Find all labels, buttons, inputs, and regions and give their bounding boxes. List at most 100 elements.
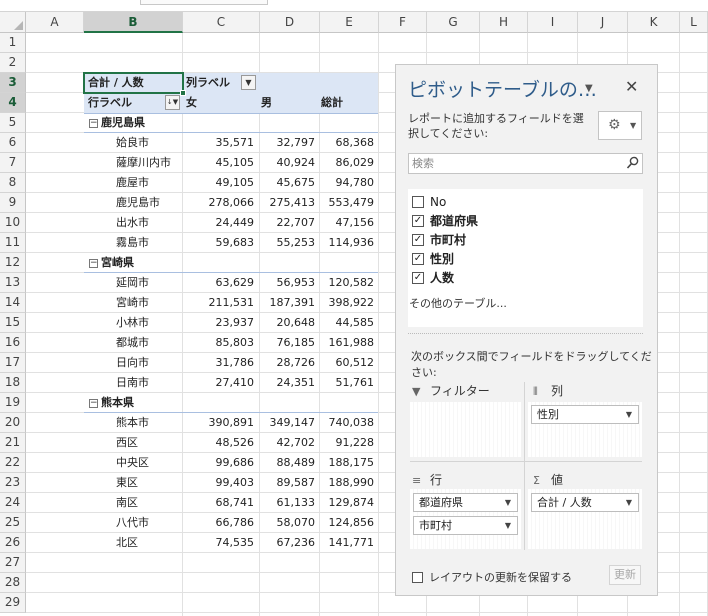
field-item[interactable]: No [412,193,446,211]
pivot-cell-female[interactable]: 99,403 [183,473,255,493]
pivot-cell-male[interactable]: 61,133 [260,493,316,513]
pivot-row-label[interactable]: 延岡市 [116,273,149,293]
pivot-row-labels[interactable]: 行ラベル [88,93,132,113]
pivot-cell-total[interactable]: 188,990 [320,473,375,493]
pivot-cell-total[interactable]: 94,780 [320,173,375,193]
columns-chip[interactable]: 性別 ▼ [531,405,639,424]
field-item[interactable]: ✓ 性別 [412,250,454,268]
row-header-11[interactable]: 11 [0,233,26,253]
pivot-cell-total[interactable]: 141,771 [320,533,375,553]
column-header-f[interactable]: F [379,12,427,33]
pivot-cell-female[interactable]: 211,531 [183,293,255,313]
row-header-6[interactable]: 6 [0,133,26,153]
row-header-17[interactable]: 17 [0,353,26,373]
fill-handle[interactable] [180,90,186,96]
row-header-15[interactable]: 15 [0,313,26,333]
pivot-cell-female[interactable]: 31,786 [183,353,255,373]
filter-area[interactable] [410,402,521,457]
collapse-button[interactable]: − [89,119,98,128]
pivot-cell-female[interactable]: 23,937 [183,313,255,333]
pivot-cell-female[interactable]: 45,105 [183,153,255,173]
field-checkbox[interactable]: ✓ [412,233,424,246]
pivot-cell-male[interactable]: 349,147 [260,413,316,433]
row-header-1[interactable]: 1 [0,33,26,53]
pivot-cell-female[interactable]: 35,571 [183,133,255,153]
pivot-group-label[interactable]: 熊本県 [101,393,134,413]
pivot-cell-male[interactable]: 89,587 [260,473,316,493]
row-header-28[interactable]: 28 [0,573,26,593]
row-header-19[interactable]: 19 [0,393,26,413]
collapse-button[interactable]: − [89,259,98,268]
pivot-cell-female[interactable]: 24,449 [183,213,255,233]
pivot-cell-male[interactable]: 67,236 [260,533,316,553]
column-labels-dropdown[interactable]: ▼ [241,75,256,90]
select-all-button[interactable] [0,12,26,33]
pivot-row-label[interactable]: 日南市 [116,373,149,393]
pivot-row-label[interactable]: 日向市 [116,353,149,373]
pivot-row-label[interactable]: 姶良市 [116,133,149,153]
pivot-row-label[interactable]: 東区 [116,473,138,493]
pivot-cell-total[interactable]: 188,175 [320,453,375,473]
row-header-16[interactable]: 16 [0,333,26,353]
pivot-row-label[interactable]: 中央区 [116,453,149,473]
pivot-cell-total[interactable]: 68,368 [320,133,375,153]
pivot-cell-total[interactable]: 60,512 [320,353,375,373]
pivot-row-label[interactable]: 出水市 [116,213,149,233]
pivot-row-label[interactable]: 鹿屋市 [116,173,149,193]
row-header-13[interactable]: 13 [0,273,26,293]
row-header-20[interactable]: 20 [0,413,26,433]
row-header-24[interactable]: 24 [0,493,26,513]
pivot-cell-total[interactable]: 51,761 [320,373,375,393]
row-header-10[interactable]: 10 [0,213,26,233]
pivot-cell-total[interactable]: 47,156 [320,213,375,233]
field-checkbox[interactable]: ✓ [412,252,424,265]
pivot-cell-male[interactable]: 275,413 [260,193,316,213]
pivot-row-label[interactable]: 小林市 [116,313,149,333]
pivot-row-label[interactable]: 霧島市 [116,233,149,253]
pivot-cell-male[interactable]: 28,726 [260,353,316,373]
row-header-23[interactable]: 23 [0,473,26,493]
pivot-cell-total[interactable]: 740,038 [320,413,375,433]
values-chip[interactable]: 合計 / 人数 ▼ [531,493,639,512]
rows-chip-prefecture[interactable]: 都道府県 ▼ [413,493,518,512]
row-header-8[interactable]: 8 [0,173,26,193]
row-header-26[interactable]: 26 [0,533,26,553]
pivot-row-label[interactable]: 宮崎市 [116,293,149,313]
column-header-k[interactable]: K [628,12,680,33]
row-header-22[interactable]: 22 [0,453,26,473]
pivot-row-label[interactable]: 鹿児島市 [116,193,160,213]
pivot-cell-male[interactable]: 55,253 [260,233,316,253]
collapse-button[interactable]: − [89,399,98,408]
pivot-row-label[interactable]: 西区 [116,433,138,453]
pivot-cell-female[interactable]: 74,535 [183,533,255,553]
pivot-cell-male[interactable]: 45,675 [260,173,316,193]
tools-button[interactable]: ⚙ ▼ [598,111,642,140]
pivot-cell-male[interactable]: 56,953 [260,273,316,293]
field-checkbox[interactable]: ✓ [412,214,424,227]
row-header-3[interactable]: 3 [0,73,26,93]
column-header-a[interactable]: A [26,12,84,33]
pivot-cell-male[interactable]: 76,185 [260,333,316,353]
row-header-25[interactable]: 25 [0,513,26,533]
field-checkbox[interactable]: ✓ [412,271,424,284]
column-header-g[interactable]: G [427,12,480,33]
column-header-d[interactable]: D [260,12,320,33]
pivot-cell-male[interactable]: 24,351 [260,373,316,393]
column-header-i[interactable]: I [528,12,578,33]
pivot-cell-total[interactable]: 91,228 [320,433,375,453]
pivot-cell-total[interactable]: 398,922 [320,293,375,313]
row-labels-filter-dropdown[interactable]: ↓▼ [165,95,180,110]
rows-chip-city[interactable]: 市町村 ▼ [413,516,518,535]
pivot-cell-male[interactable]: 32,797 [260,133,316,153]
pivot-cell-male[interactable]: 20,648 [260,313,316,333]
row-header-14[interactable]: 14 [0,293,26,313]
pivot-cell-female[interactable]: 48,526 [183,433,255,453]
pivot-cell-female[interactable]: 68,741 [183,493,255,513]
pivot-cell-total[interactable]: 86,029 [320,153,375,173]
pivot-cell-female[interactable]: 278,066 [183,193,255,213]
pivot-cell-male[interactable]: 58,070 [260,513,316,533]
pivot-cell-female[interactable]: 85,803 [183,333,255,353]
row-header-4[interactable]: 4 [0,93,26,113]
pivot-cell-female[interactable]: 63,629 [183,273,255,293]
row-header-29[interactable]: 29 [0,593,26,613]
